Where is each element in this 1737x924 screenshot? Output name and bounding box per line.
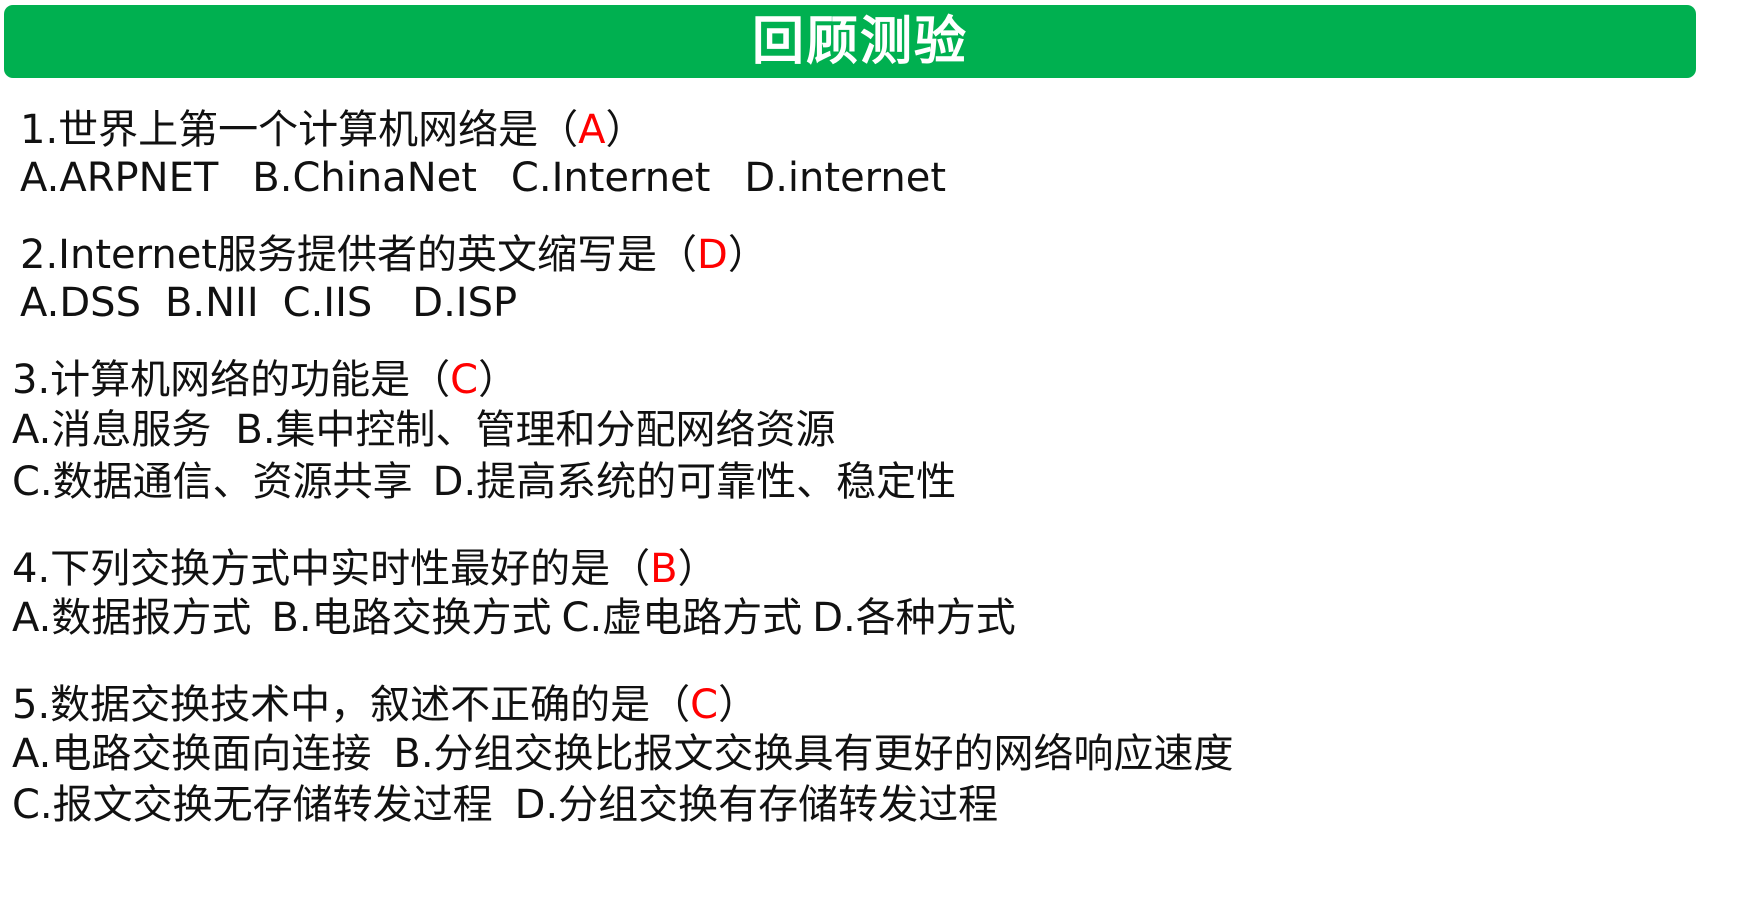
question-4-close-paren: ） xyxy=(677,546,718,592)
question-5-option-a: A.电路交换面向连接 xyxy=(12,731,372,777)
question-3-text: 3.计算机网络的功能是（ xyxy=(12,357,451,403)
question-4-option-c: C.虚电路方式 xyxy=(561,595,803,641)
question-2-option-c: C.IIS xyxy=(282,280,373,326)
question-2-stem: 2.Internet服务提供者的英文缩写是（D） xyxy=(20,231,768,279)
question-2-option-b: B.NII xyxy=(164,280,259,326)
question-2-answer: D xyxy=(697,232,728,278)
question-3-options-row-2: C.数据通信、资源共享 D.提高系统的可靠性、稳定性 xyxy=(12,458,956,506)
question-4-option-d: D.各种方式 xyxy=(812,595,1016,641)
question-4-answer: B xyxy=(650,546,678,592)
question-5-option-b: B.分组交换比报文交换具有更好的网络响应速度 xyxy=(393,731,1234,777)
question-5-option-c: C.报文交换无存储转发过程 xyxy=(12,782,493,828)
question-5-answer: C xyxy=(690,682,719,728)
question-5-stem: 5.数据交换技术中，叙述不正确的是（C） xyxy=(12,681,758,729)
question-1-answer: A xyxy=(578,107,606,153)
page-title: 回顾测验 xyxy=(751,11,968,72)
question-2-options: A.DSS B.NII C.IIS D.ISP xyxy=(20,279,517,327)
question-4-options: A.数据报方式 B.电路交换方式 C.虚电路方式 D.各种方式 xyxy=(12,594,1016,642)
question-3-stem: 3.计算机网络的功能是（C） xyxy=(12,356,518,404)
question-3-close-paren: ） xyxy=(478,357,519,403)
question-2-text: 2.Internet服务提供者的英文缩写是（ xyxy=(20,232,697,278)
question-1-option-d: D.internet xyxy=(744,155,947,201)
question-5-options-row-1: A.电路交换面向连接 B.分组交换比报文交换具有更好的网络响应速度 xyxy=(12,730,1234,778)
question-4-stem: 4.下列交换方式中实时性最好的是（B） xyxy=(12,545,718,593)
question-1-stem: 1.世界上第一个计算机网络是（A） xyxy=(20,106,646,154)
question-5-options-row-2: C.报文交换无存储转发过程 D.分组交换有存储转发过程 xyxy=(12,781,998,829)
question-3-option-a: A.消息服务 xyxy=(12,407,212,453)
question-1-option-b: B.ChinaNet xyxy=(252,155,477,201)
title-banner: 回顾测验 xyxy=(4,5,1696,78)
question-1-option-a: A.ARPNET xyxy=(20,155,219,201)
question-3-options-row-1: A.消息服务 B.集中控制、管理和分配网络资源 xyxy=(12,406,836,454)
question-2-option-a: A.DSS xyxy=(20,280,141,326)
question-4-text: 4.下列交换方式中实时性最好的是（ xyxy=(12,546,651,592)
question-5-text: 5.数据交换技术中，叙述不正确的是（ xyxy=(12,682,691,728)
question-4-option-b: B.电路交换方式 xyxy=(271,595,552,641)
question-1-option-c: C.Internet xyxy=(510,155,711,201)
question-5-option-d: D.分组交换有存储转发过程 xyxy=(514,782,999,828)
question-1-options: A.ARPNET B.ChinaNet C.Internet D.internet xyxy=(20,154,946,202)
question-3-option-b: B.集中控制、管理和分配网络资源 xyxy=(235,407,836,453)
question-2-option-d: D.ISP xyxy=(412,280,518,326)
question-1-text: 1.世界上第一个计算机网络是（ xyxy=(20,107,579,153)
question-1-close-paren: ） xyxy=(605,107,646,153)
question-5-close-paren: ） xyxy=(718,682,759,728)
question-3-option-d: D.提高系统的可靠性、稳定性 xyxy=(432,459,957,505)
question-3-answer: C xyxy=(450,357,479,403)
question-2-close-paren: ） xyxy=(727,232,768,278)
question-4-option-a: A.数据报方式 xyxy=(12,595,252,641)
question-3-option-c: C.数据通信、资源共享 xyxy=(12,459,413,505)
